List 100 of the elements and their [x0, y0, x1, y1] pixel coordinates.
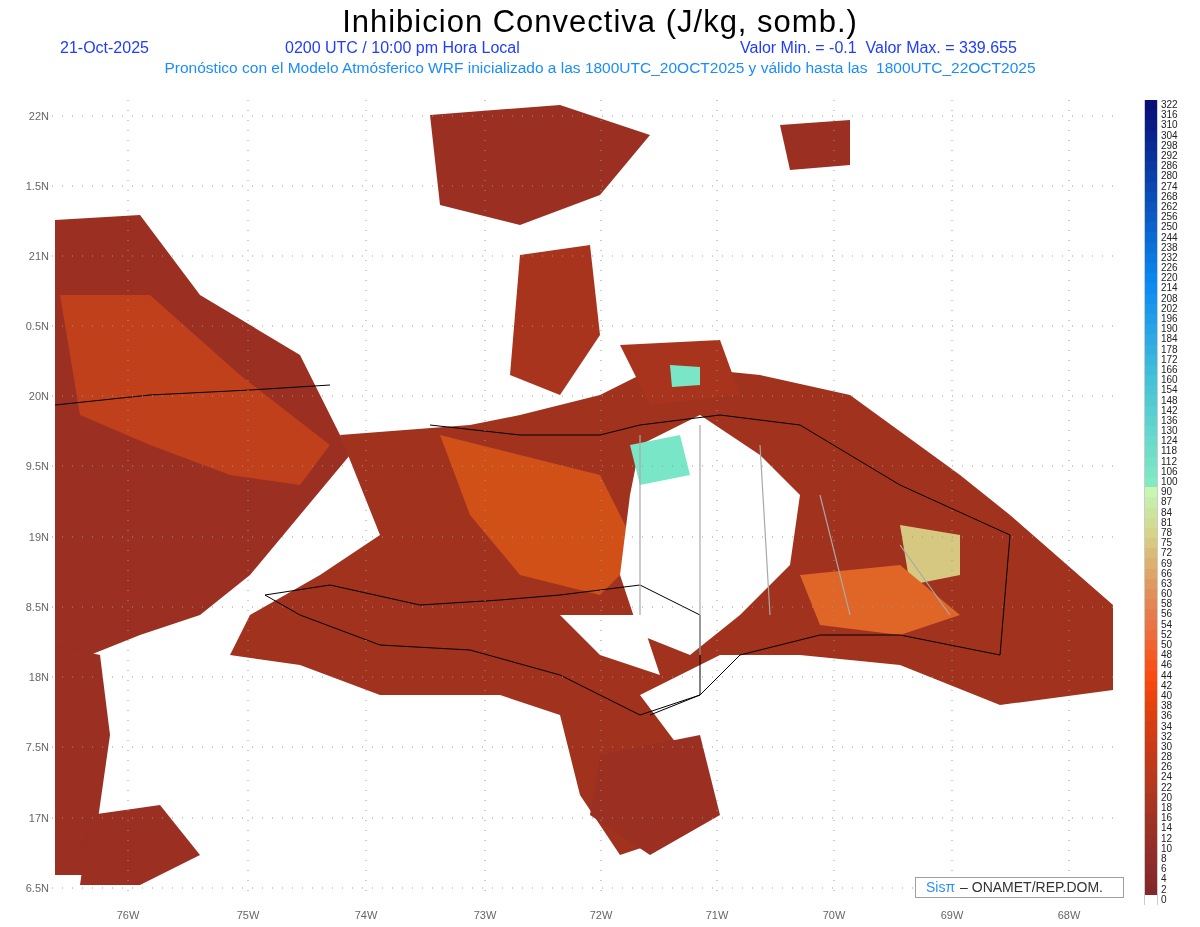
scale-label: 148: [1161, 395, 1178, 406]
scale-label: 32: [1161, 731, 1173, 742]
latitude-label: 20N: [28, 390, 49, 402]
scale-label: 84: [1161, 507, 1173, 518]
latitude-label: 8.5N: [25, 601, 49, 613]
latitude-label: 6.5N: [25, 882, 49, 894]
longitude-label: 70W: [822, 909, 846, 921]
scale-label: 44: [1161, 670, 1173, 681]
scale-label: 100: [1161, 477, 1178, 488]
scale-label: 322: [1161, 100, 1178, 111]
latitude-label: 21N: [28, 250, 49, 262]
scale-label: 310: [1161, 120, 1178, 131]
longitude-label: 72W: [589, 909, 613, 921]
scale-label: 60: [1161, 589, 1173, 600]
scale-label: 0: [1161, 894, 1167, 905]
value-range-label: Valor Min. = -0.1 Valor Max. = 339.655: [740, 39, 1017, 58]
scale-label: 90: [1161, 487, 1173, 498]
latitude-label: 18N: [28, 671, 49, 683]
scale-label: 46: [1161, 660, 1173, 671]
scale-label: 256: [1161, 212, 1178, 223]
scale-label: 16: [1161, 813, 1173, 824]
scale-label: 12: [1161, 833, 1173, 844]
scale-label: 18: [1161, 803, 1173, 814]
scale-label: 28: [1161, 752, 1173, 763]
scale-label: 184: [1161, 334, 1178, 345]
scale-label: 6: [1161, 864, 1167, 875]
scale-label: 22: [1161, 782, 1173, 793]
scale-label: 244: [1161, 232, 1178, 243]
scale-label: 30: [1161, 741, 1173, 752]
scale-label: 10: [1161, 843, 1173, 854]
scale-label: 38: [1161, 701, 1173, 712]
scale-label: 166: [1161, 364, 1178, 375]
latitude-label: 17N: [28, 812, 49, 824]
scale-label: 69: [1161, 558, 1173, 569]
scale-label: 8: [1161, 853, 1167, 864]
scale-label: 26: [1161, 762, 1173, 773]
scale-label: 160: [1161, 375, 1178, 386]
credit-label: Sisπ – ONAMET/REP.DOM.: [915, 877, 1124, 898]
time-label: 0200 UTC / 10:00 pm Hora Local: [285, 38, 521, 58]
scale-label: 172: [1161, 354, 1178, 365]
scale-label: 14: [1161, 823, 1173, 834]
scale-label: 154: [1161, 385, 1178, 396]
scale-label: 58: [1161, 599, 1173, 610]
scale-label: 130: [1161, 426, 1178, 437]
scale-label: 214: [1161, 283, 1178, 294]
scale-label: 178: [1161, 344, 1178, 355]
scale-label: 63: [1161, 578, 1173, 589]
longitude-label: 73W: [473, 909, 497, 921]
scale-label: 238: [1161, 242, 1178, 253]
scale-label: 78: [1161, 527, 1173, 538]
scale-label: 56: [1161, 609, 1173, 620]
chart-title: Inhibicion Convectiva (J/kg, somb.): [342, 3, 858, 41]
forecast-description: Pronóstico con el Modelo Atmósferico WRF inicializado a las 1800UTC_20OCT2025 y válido hasta las 1800UTC_22OCT2025: [164, 58, 1036, 78]
scale-label: 136: [1161, 415, 1178, 426]
scale-label: 280: [1161, 171, 1178, 182]
scale-label: 232: [1161, 252, 1178, 263]
scale-label: 106: [1161, 466, 1178, 477]
scale-label: 190: [1161, 324, 1178, 335]
scale-label: 52: [1161, 629, 1173, 640]
scale-label: 87: [1161, 497, 1173, 508]
longitude-label: 71W: [705, 909, 729, 921]
latitude-label: 22N: [28, 110, 49, 122]
scale-label: 75: [1161, 538, 1173, 549]
scale-label: 208: [1161, 293, 1178, 304]
scale-label: 66: [1161, 568, 1173, 579]
latitude-label: 9.5N: [25, 460, 49, 472]
scale-label: 286: [1161, 161, 1178, 172]
scale-label: 202: [1161, 303, 1178, 314]
scale-label: 20: [1161, 792, 1173, 803]
scale-label: 316: [1161, 110, 1178, 121]
scale-label: 4: [1161, 874, 1167, 885]
scale-label: 36: [1161, 711, 1173, 722]
scale-label: 196: [1161, 314, 1178, 325]
longitude-label: 68W: [1057, 909, 1081, 921]
longitude-label: 74W: [354, 909, 378, 921]
scale-label: 304: [1161, 130, 1178, 141]
scale-label: 34: [1161, 721, 1173, 732]
scale-label: 81: [1161, 517, 1173, 528]
scale-label: 298: [1161, 140, 1178, 151]
scale-label: 268: [1161, 191, 1178, 202]
scale-label: 112: [1161, 456, 1177, 467]
longitude-label: 76W: [116, 909, 140, 921]
scale-label: 72: [1161, 548, 1173, 559]
scale-label: 262: [1161, 201, 1178, 212]
date-label: 21-Oct-2025: [60, 38, 150, 58]
latitude-label: 1.5N: [25, 180, 49, 192]
scale-label: 292: [1161, 151, 1178, 162]
scale-label: 142: [1161, 405, 1178, 416]
scale-label: 226: [1161, 263, 1178, 274]
scale-label: 274: [1161, 181, 1178, 192]
scale-label: 24: [1161, 772, 1173, 783]
scale-label: 220: [1161, 273, 1178, 284]
longitude-label: 69W: [940, 909, 964, 921]
scale-label: 42: [1161, 680, 1173, 691]
latitude-label: 19N: [28, 531, 49, 543]
latitude-label: 0.5N: [25, 320, 49, 332]
longitude-label: 75W: [236, 909, 260, 921]
scale-label: 50: [1161, 640, 1173, 651]
scale-label: 250: [1161, 222, 1178, 233]
scale-label: 48: [1161, 650, 1173, 661]
